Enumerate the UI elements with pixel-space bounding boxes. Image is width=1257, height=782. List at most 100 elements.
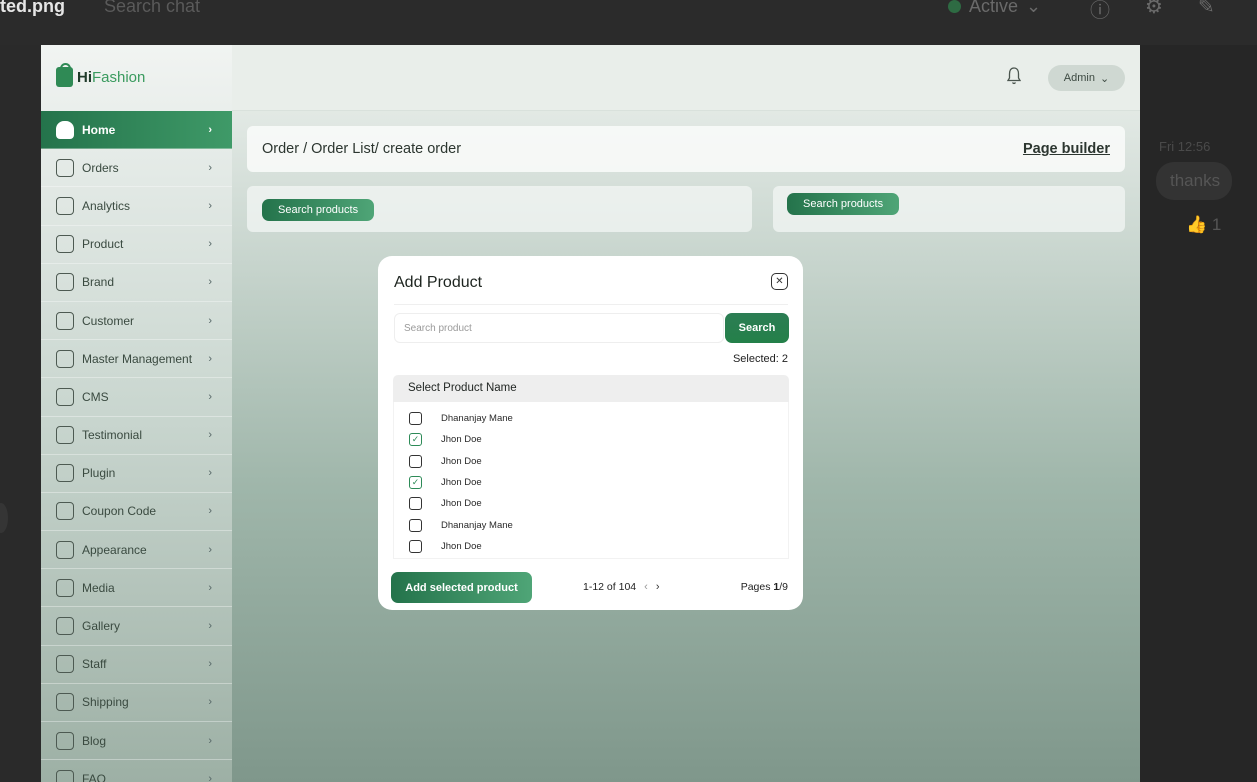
sidebar-item-coupon-code[interactable]: Coupon Code ›	[41, 493, 232, 532]
logo-hi: Hi	[77, 68, 92, 86]
sidebar-item-label: Master Management	[82, 351, 193, 366]
chevron-left-icon[interactable]: ‹	[644, 581, 648, 593]
chevron-right-icon: ›	[208, 123, 212, 136]
sidebar-item-cms[interactable]: CMS ›	[41, 378, 232, 417]
reaction-count: 1	[1211, 215, 1222, 234]
sidebar-item-shipping[interactable]: Shipping ›	[41, 684, 232, 722]
chevron-right-icon[interactable]: ›	[656, 581, 660, 593]
sidebar-item-label: Media	[82, 580, 115, 595]
chevron-right-icon: ›	[208, 505, 212, 518]
status-dot-icon	[948, 0, 961, 13]
sidebar-item-staff[interactable]: Staff ›	[41, 646, 232, 684]
sidebar-item-plugin[interactable]: Plugin ›	[41, 455, 232, 493]
modal-divider	[394, 304, 788, 305]
sidebar-item-analytics[interactable]: Analytics ›	[41, 187, 232, 226]
sidebar: Hi Fashion Home › Orders › Analytics › Product ›…	[41, 45, 232, 782]
search-button[interactable]: Search	[725, 313, 789, 343]
range-text: 1-12 of 104	[583, 581, 637, 593]
right-products-card: Search products	[773, 186, 1125, 232]
list-item[interactable]: ✓ Jhon Doe	[394, 429, 788, 450]
close-icon[interactable]: ✕	[771, 273, 788, 290]
plugin-icon	[56, 464, 74, 483]
list-item[interactable]: Jhon Doe	[394, 451, 788, 472]
outer-chat-panel	[1140, 45, 1257, 782]
settings-icon[interactable]: ⚙	[1145, 0, 1163, 19]
chevron-right-icon: ›	[208, 238, 212, 251]
breadcrumb[interactable]: Order / Order List/ create order	[262, 141, 461, 157]
list-item[interactable]: ✓ Jhon Doe	[394, 472, 788, 493]
add-selected-product-button[interactable]: Add selected product	[391, 572, 532, 603]
search-products-button-left[interactable]: Search products	[262, 199, 375, 221]
help-icon[interactable]: ⓘ	[1090, 0, 1110, 23]
sidebar-item-label: FAQ	[82, 771, 107, 782]
admin-label: Admin	[1063, 72, 1095, 84]
sidebar-item-faq[interactable]: FAQ ›	[41, 760, 232, 782]
sidebar-item-label: Gallery	[82, 619, 121, 634]
bell-icon[interactable]	[1007, 67, 1021, 85]
search-products-button-right[interactable]: Search products	[787, 193, 900, 215]
chevron-right-icon: ›	[208, 620, 212, 633]
product-name: Jhon Doe	[441, 455, 482, 467]
list-item[interactable]: Dhananjay Mane	[394, 514, 788, 535]
sidebar-item-home[interactable]: Home ›	[41, 111, 232, 150]
media-icon	[56, 578, 74, 597]
chevron-right-icon: ›	[208, 161, 212, 174]
sidebar-item-label: Customer	[82, 313, 135, 328]
chevron-right-icon: ›	[208, 658, 212, 671]
analytics-icon	[56, 196, 74, 215]
sidebar-item-blog[interactable]: Blog ›	[41, 722, 232, 761]
product-name: Jhon Doe	[441, 540, 482, 552]
outer-status[interactable]: Active ⌄	[948, 0, 1041, 17]
outer-search-chat[interactable]: Search chat	[104, 0, 200, 17]
list-item[interactable]: Jhon Doe	[394, 536, 788, 557]
product-name: Jhon Doe	[441, 477, 482, 489]
cms-icon	[56, 387, 74, 406]
sidebar-item-gallery[interactable]: Gallery ›	[41, 607, 232, 646]
sidebar-item-appearance[interactable]: Appearance ›	[41, 531, 232, 570]
breadcrumb-card: Order / Order List/ create order Page bu…	[247, 126, 1125, 172]
effects-icon[interactable]: ✎	[1198, 0, 1215, 19]
faq-icon	[56, 769, 74, 782]
product-name: Jhon Doe	[441, 434, 482, 446]
sidebar-item-testimonial[interactable]: Testimonial ›	[41, 417, 232, 455]
gallery-icon	[56, 617, 74, 636]
sidebar-item-product[interactable]: Product ›	[41, 226, 232, 264]
modal-title: Add Product	[394, 274, 483, 291]
sidebar-item-master-management[interactable]: Master Management ›	[41, 340, 232, 379]
chevron-right-icon: ›	[208, 390, 212, 403]
logo[interactable]: Hi Fashion	[56, 63, 146, 87]
sidebar-item-customer[interactable]: Customer ›	[41, 302, 232, 341]
testimonial-icon	[56, 426, 74, 445]
checkbox[interactable]	[409, 518, 422, 532]
left-products-card: Search products	[247, 186, 752, 232]
chevron-right-icon: ›	[208, 276, 212, 289]
chevron-right-icon: ›	[208, 543, 212, 556]
product-name: Jhon Doe	[441, 498, 482, 510]
customer-icon	[56, 311, 74, 330]
list-item[interactable]: Dhananjay Mane	[394, 408, 788, 429]
sidebar-item-media[interactable]: Media ›	[41, 569, 232, 608]
reaction[interactable]: 👍 1	[1186, 215, 1221, 235]
checkbox-checked[interactable]: ✓	[409, 476, 422, 490]
topbar	[232, 45, 1140, 111]
checkbox[interactable]	[409, 539, 422, 553]
list-item[interactable]: Jhon Doe	[394, 493, 788, 514]
checkbox-checked[interactable]: ✓	[409, 433, 422, 447]
checkbox[interactable]	[409, 454, 422, 468]
chevron-right-icon: ›	[208, 314, 212, 327]
search-product-input[interactable]	[394, 313, 724, 343]
chevron-right-icon: ›	[208, 429, 212, 442]
admin-menu-button[interactable]: Admin ⌄	[1048, 65, 1125, 91]
home-icon	[56, 120, 74, 139]
page-builder-link[interactable]: Page builder	[1023, 141, 1110, 157]
checkbox[interactable]	[409, 412, 422, 426]
appearance-icon	[56, 540, 74, 559]
sidebar-item-brand[interactable]: Brand ›	[41, 264, 232, 302]
chevron-right-icon: ›	[208, 581, 212, 594]
sidebar-item-label: Analytics	[82, 198, 131, 213]
chevron-right-icon: ›	[208, 352, 212, 365]
sidebar-item-orders[interactable]: Orders ›	[41, 149, 232, 188]
chevron-down-icon: ⌄	[1026, 0, 1042, 16]
checkbox[interactable]	[409, 497, 422, 511]
logo-fashion: Fashion	[92, 68, 146, 86]
